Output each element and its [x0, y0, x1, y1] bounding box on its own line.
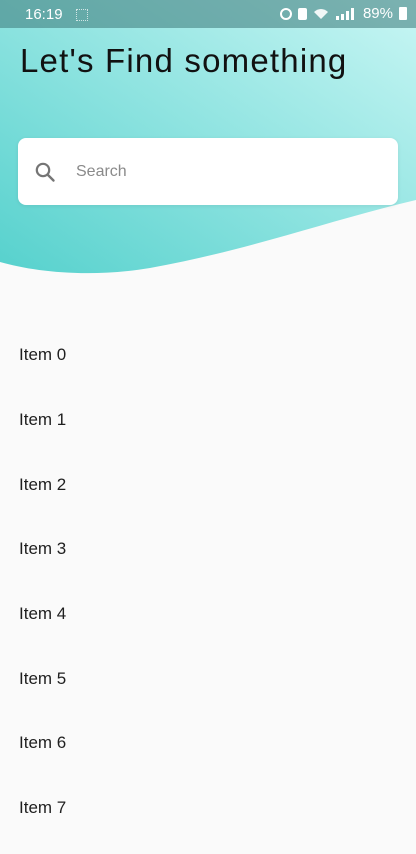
sync-icon: [297, 7, 307, 20]
signal-icon: [335, 7, 354, 20]
status-time: 16:19: [25, 6, 63, 23]
list-item[interactable]: Item 5: [0, 646, 416, 711]
battery-percentage: 89%: [362, 5, 393, 22]
item-list: Item 0 Item 1 Item 2 Item 3 Item 4 Item …: [0, 323, 416, 841]
search-box[interactable]: [18, 138, 398, 205]
notification-placeholder-icon: [76, 9, 88, 21]
list-item[interactable]: Item 2: [0, 452, 416, 517]
alarm-icon: [279, 7, 292, 20]
list-item[interactable]: Item 3: [0, 517, 416, 582]
page-title: Let's Find something: [20, 42, 348, 79]
battery-icon: [399, 7, 407, 20]
list-item[interactable]: Item 4: [0, 582, 416, 647]
list-item[interactable]: Item 7: [0, 776, 416, 841]
list-item[interactable]: Item 1: [0, 388, 416, 453]
list-item[interactable]: Item 6: [0, 711, 416, 776]
wifi-icon: [313, 8, 328, 19]
search-icon: [35, 162, 55, 182]
status-icons: 89%: [279, 5, 407, 22]
status-bar: 16:19 89%: [0, 0, 416, 28]
search-input[interactable]: [74, 156, 378, 188]
list-item[interactable]: Item 0: [0, 323, 416, 388]
screen: 16:19 89% Let's Find something Item: [0, 0, 416, 854]
